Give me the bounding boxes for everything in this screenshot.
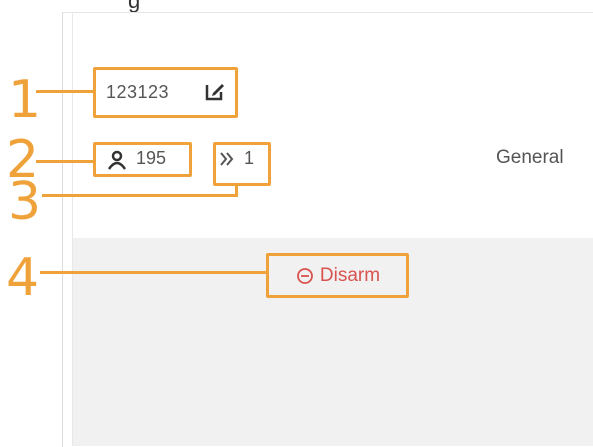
callout-leader-3-vertical [235,184,238,197]
callout-number-1: 1 [8,70,42,130]
callout-leader-1 [36,90,94,93]
user-icon [107,150,127,170]
edit-icon[interactable] [204,80,226,102]
user-count: 195 [136,148,167,168]
disarm-button[interactable]: Disarm [268,254,408,298]
minus-circle-icon [297,268,313,284]
chevron-right-double-icon [220,152,234,166]
callout-number-4: 4 [6,248,40,308]
callout-leader-2 [36,160,94,163]
callout-leader-3 [42,194,238,197]
disarm-label: Disarm [319,265,381,286]
zone-count: 1 [244,148,255,168]
callout-number-3: 3 [8,172,42,232]
item-name: 123123 [106,82,170,102]
callout-leader-4 [40,271,267,274]
tab-general[interactable]: General [496,147,564,169]
